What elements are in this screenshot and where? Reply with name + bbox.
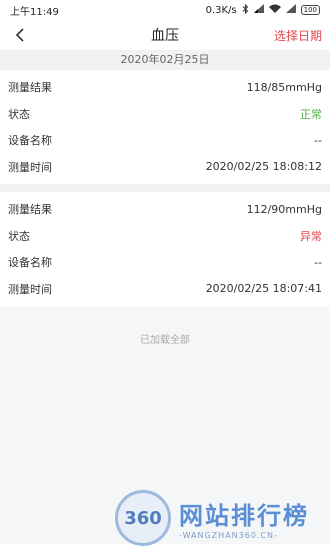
device-label: 设备名称: [8, 134, 52, 148]
record-card: 测量结果 112/90mmHg 状态 异常 设备名称 -- 测量时间 2020/…: [0, 192, 330, 306]
device-value: --: [314, 255, 322, 269]
record-card: 测量结果 118/85mmHg 状态 正常 设备名称 -- 测量时间 2020/…: [0, 70, 330, 184]
status-value: 正常: [300, 107, 322, 121]
chevron-left-icon: [15, 28, 24, 42]
result-row: 测量结果 118/85mmHg: [0, 74, 330, 101]
date-header: 2020年02月25日: [0, 50, 330, 70]
section-divider: [0, 184, 330, 192]
result-value: 112/90mmHg: [246, 202, 322, 216]
nav-bar: 血压 选择日期: [0, 20, 330, 50]
device-row: 设备名称 --: [0, 249, 330, 276]
status-row: 状态 异常: [0, 223, 330, 250]
signal-icon: [253, 4, 264, 16]
result-label: 测量结果: [8, 203, 52, 217]
battery-icon: 100: [300, 5, 320, 15]
device-label: 设备名称: [8, 256, 52, 270]
watermark-main: 网站排行榜: [179, 502, 309, 530]
result-value: 118/85mmHg: [246, 80, 322, 94]
time-label: 测量时间: [8, 160, 52, 174]
select-date-button[interactable]: 选择日期: [274, 27, 322, 44]
network-speed: 0.3K/s: [205, 4, 237, 16]
device-row: 设备名称 --: [0, 127, 330, 154]
result-label: 测量结果: [8, 81, 52, 95]
watermark-sub: -WANGZHAN360.CN-: [179, 531, 278, 540]
status-time: 上午11:49: [10, 6, 59, 18]
signal-icon-2: [285, 4, 296, 16]
wifi-icon: [268, 4, 281, 16]
time-row: 测量时间 2020/02/25 18:08:12: [0, 154, 330, 181]
device-value: --: [314, 133, 322, 147]
watermark-logo: 360 网站排行榜 -WANGZHAN360.CN-: [115, 490, 309, 546]
status-row: 状态 正常: [0, 101, 330, 128]
status-icons: 0.3K/s 100: [205, 3, 320, 17]
watermark-360-icon: 360: [115, 490, 171, 546]
back-button[interactable]: [8, 23, 32, 47]
bluetooth-icon: [242, 3, 249, 17]
status-label: 状态: [8, 107, 30, 121]
status-value: 异常: [300, 229, 322, 243]
time-value: 2020/02/25 18:07:41: [205, 282, 322, 296]
watermark-text: 网站排行榜 -WANGZHAN360.CN-: [179, 496, 309, 540]
time-label: 测量时间: [8, 282, 52, 296]
status-label: 状态: [8, 229, 30, 243]
status-bar: 上午11:49 0.3K/s 100: [0, 0, 330, 20]
result-row: 测量结果 112/90mmHg: [0, 196, 330, 223]
time-value: 2020/02/25 18:08:12: [205, 160, 322, 174]
page-title: 血压: [151, 28, 179, 44]
time-row: 测量时间 2020/02/25 18:07:41: [0, 276, 330, 303]
loaded-all-text: 已加载全部: [140, 335, 190, 346]
